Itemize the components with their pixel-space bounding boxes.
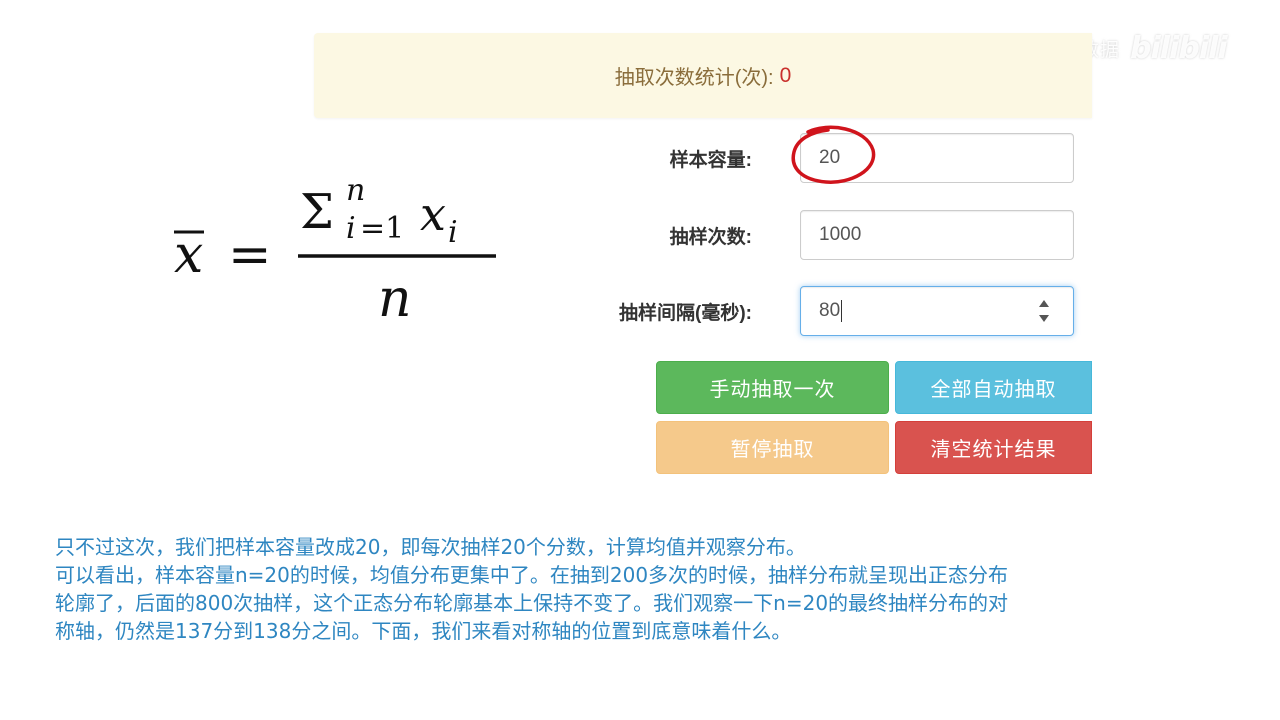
svg-text:x: x bbox=[174, 225, 203, 285]
draw-count-value: 0 bbox=[779, 63, 792, 87]
subtitle-line-1: 只不过这次，我们把样本容量改成20，即每次抽样20个分数，计算均值并观察分布。 bbox=[55, 535, 806, 559]
interval-value: 80 bbox=[819, 300, 841, 321]
number-spinner[interactable] bbox=[1037, 300, 1051, 322]
sample-size-label: 样本容量: bbox=[669, 150, 752, 171]
spinner-down-icon[interactable] bbox=[1039, 315, 1049, 322]
spinner-up-icon[interactable] bbox=[1039, 300, 1049, 307]
sample-times-value: 1000 bbox=[819, 224, 862, 245]
subtitle-line-2: 可以看出，样本容量n=20的时候，均值分布更集中了。在抽到200多次的时候，抽样… bbox=[55, 563, 1009, 587]
svg-text:i: i bbox=[346, 211, 356, 246]
auto-draw-all-button[interactable]: 全部自动抽取 bbox=[895, 361, 1092, 414]
manual-draw-button[interactable]: 手动抽取一次 bbox=[656, 361, 889, 414]
svg-text:=: = bbox=[228, 225, 272, 285]
svg-text:n: n bbox=[346, 173, 365, 208]
sample-times-row: 抽样次数: 1000 bbox=[580, 210, 1080, 264]
text-caret bbox=[841, 299, 843, 322]
interval-row: 抽样间隔(毫秒): 80 bbox=[580, 286, 1080, 340]
sample-size-row: 样本容量: 20 bbox=[580, 133, 1080, 187]
subtitle-line-4: 称轴，仍然是137分到138分之间。下面，我们来看对称轴的位置到底意味着什么。 bbox=[55, 619, 792, 643]
sample-times-label: 抽样次数: bbox=[669, 227, 752, 248]
sample-mean-formula: x = Σ n i =1 x i n bbox=[160, 150, 520, 340]
bilibili-logo-icon: bilibili bbox=[1130, 30, 1228, 66]
interval-label: 抽样间隔(毫秒): bbox=[619, 303, 752, 324]
svg-text:x: x bbox=[420, 187, 446, 241]
svg-text:=1: =1 bbox=[360, 211, 404, 246]
subtitles: 只不过这次，我们把样本容量改成20，即每次抽样20个分数，计算均值并观察分布。 … bbox=[55, 533, 1235, 645]
subtitle-line-3: 轮廓了，后面的800次抽样，这个正态分布轮廓基本上保持不变了。我们观察一下n=2… bbox=[55, 591, 1009, 615]
interval-input[interactable]: 80 bbox=[800, 286, 1074, 336]
video-frame: 大猫喵大数据 bilibili 抽取次数统计(次): 0 x = Σ n i =… bbox=[0, 0, 1280, 720]
sample-size-value: 20 bbox=[819, 147, 841, 168]
sample-times-input[interactable]: 1000 bbox=[800, 210, 1074, 260]
clear-results-button[interactable]: 清空统计结果 bbox=[895, 421, 1092, 474]
svg-text:Σ: Σ bbox=[300, 184, 334, 240]
draw-count-banner: 抽取次数统计(次): 0 bbox=[314, 33, 1092, 118]
draw-count-label: 抽取次数统计(次): bbox=[614, 67, 774, 89]
pause-draw-button[interactable]: 暂停抽取 bbox=[656, 421, 889, 474]
svg-text:n: n bbox=[378, 269, 412, 329]
sample-size-input[interactable]: 20 bbox=[800, 133, 1074, 183]
svg-text:i: i bbox=[448, 215, 458, 250]
